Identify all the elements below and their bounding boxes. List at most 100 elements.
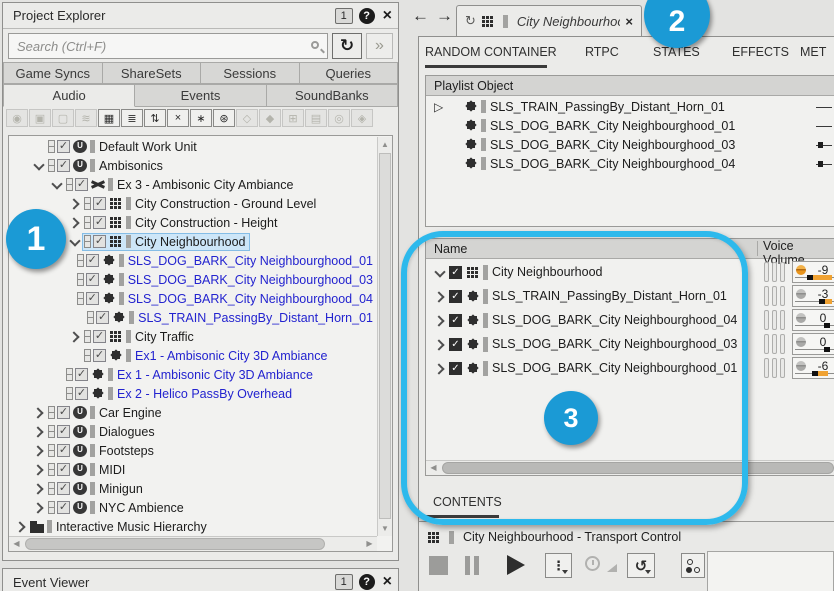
hscroll-thumb[interactable] — [442, 462, 834, 474]
include-checkbox[interactable]: ✓ — [57, 140, 70, 153]
nav-forward-icon[interactable]: → — [436, 6, 453, 26]
include-checkbox[interactable]: ✓ — [57, 444, 70, 457]
stop-icon[interactable] — [429, 556, 448, 575]
expander-icon[interactable] — [67, 234, 82, 249]
include-checkbox[interactable]: ✓ — [93, 349, 106, 362]
include-checkbox[interactable]: ✓ — [57, 463, 70, 476]
tree-row-content[interactable]: ✓ Ambisonics — [46, 157, 167, 175]
tree-row[interactable]: ✓ Ex 1 - Ambisonic City 3D Ambiance — [9, 365, 377, 384]
voice-volume-slider[interactable] — [795, 299, 834, 304]
scroll-right-icon[interactable]: ▶ — [362, 537, 377, 551]
include-checkbox[interactable]: ✓ — [57, 482, 70, 495]
tree-row-content[interactable]: ✓ Footsteps — [46, 442, 158, 460]
tree-row-content[interactable]: ✓ Ex1 - Ambisonic City 3D Ambiance — [82, 347, 331, 365]
close-tab-icon[interactable]: × — [625, 14, 633, 29]
tree-row-content[interactable]: Interactive Music Hierarchy — [28, 518, 211, 536]
tab-events[interactable]: Events — [135, 84, 266, 107]
view-tab-met[interactable]: MET — [800, 45, 826, 59]
voice-volume-field[interactable]: -3 — [792, 285, 834, 307]
contents-tab[interactable]: CONTENTS — [425, 487, 502, 517]
expander-icon[interactable] — [60, 291, 75, 306]
refresh-button[interactable]: ↻ — [332, 33, 362, 59]
display-toggle-icon[interactable] — [84, 235, 91, 248]
voice-volume-slider[interactable] — [795, 371, 834, 376]
playlist-row[interactable]: ▷ SLS_DOG_BARK_City Neighbourghood_04 — [426, 154, 834, 173]
expander-icon[interactable] — [31, 424, 46, 439]
include-checkbox[interactable]: ✓ — [86, 254, 99, 267]
include-checkbox[interactable]: ✓ — [86, 292, 99, 305]
display-toggle-icon[interactable] — [84, 216, 91, 229]
voice-volume-field[interactable]: 0 — [792, 309, 834, 331]
include-checkbox[interactable]: ✓ — [449, 314, 462, 327]
display-toggle-icon[interactable] — [77, 292, 84, 305]
help-icon[interactable]: ? — [359, 574, 375, 590]
volume-knob-icon[interactable] — [796, 289, 806, 299]
tree-row-content[interactable]: ✓ SLS_TRAIN_PassingBy_Distant_Horn_01 — [85, 309, 377, 327]
display-toggle-icon[interactable] — [48, 159, 55, 172]
volume-knob-icon[interactable] — [796, 361, 806, 371]
display-toggle-icon[interactable] — [84, 330, 91, 343]
tab-game-syncs[interactable]: Game Syncs — [3, 62, 103, 84]
include-checkbox[interactable]: ✓ — [57, 159, 70, 172]
tab-sessions[interactable]: Sessions — [201, 62, 300, 84]
tree-row[interactable]: ✓ Ex 3 - Ambisonic City Ambiance — [9, 175, 377, 194]
display-toggle-icon[interactable] — [48, 501, 55, 514]
expander-icon[interactable] — [432, 289, 447, 304]
sequence-container-toolbar-icon[interactable]: ≣ — [121, 109, 143, 127]
include-checkbox[interactable]: ✓ — [75, 178, 88, 191]
instance-badge[interactable]: 1 — [335, 8, 353, 24]
tree-row[interactable]: ✓ Ambisonics — [9, 156, 377, 175]
transport-menu-button[interactable]: ⋮ — [545, 553, 572, 578]
voice-volume-slider[interactable] — [795, 347, 834, 352]
expander-icon[interactable] — [70, 310, 85, 325]
tree-row[interactable]: ✓ MIDI — [9, 460, 377, 479]
tree-row-content[interactable]: ✓ SLS_DOG_BARK_City Neighbourghood_03 — [75, 271, 377, 289]
include-checkbox[interactable]: ✓ — [93, 235, 106, 248]
voice-volume-slider[interactable] — [795, 323, 834, 328]
volume-knob-icon[interactable] — [796, 337, 806, 347]
tree-horizontal-scrollbar[interactable]: ◀ ▶ — [9, 536, 377, 551]
include-checkbox[interactable]: ✓ — [96, 311, 109, 324]
display-toggle-icon[interactable] — [77, 254, 84, 267]
include-checkbox[interactable]: ✓ — [57, 406, 70, 419]
tree-row[interactable]: ✓ Ex1 - Ambisonic City 3D Ambiance — [9, 346, 377, 365]
tree-row-content[interactable]: ✓ City Traffic — [82, 328, 198, 346]
expander-icon[interactable] — [432, 313, 447, 328]
tree-row[interactable]: ✓ Minigun — [9, 479, 377, 498]
expander-icon[interactable] — [60, 272, 75, 287]
expander-icon[interactable] — [31, 158, 46, 173]
tree-row[interactable]: ✓ Default Work Unit — [9, 137, 377, 156]
expander-icon[interactable] — [31, 462, 46, 477]
weight-slider[interactable] — [816, 106, 832, 111]
tree-row-content[interactable]: ✓ Default Work Unit — [46, 138, 201, 156]
playlist-row[interactable]: ▷ SLS_TRAIN_PassingBy_Distant_Horn_01 — [426, 97, 834, 116]
voice-volume-slider[interactable] — [795, 275, 834, 280]
tab-queries[interactable]: Queries — [300, 62, 399, 84]
expander-icon[interactable] — [31, 481, 46, 496]
view-tab-effects[interactable]: EFFECTS — [732, 45, 789, 59]
playlist-header[interactable]: Playlist Object W — [426, 76, 834, 96]
include-checkbox[interactable]: ✓ — [93, 216, 106, 229]
hscroll-thumb[interactable] — [25, 538, 325, 550]
include-checkbox[interactable]: ✓ — [449, 338, 462, 351]
include-checkbox[interactable]: ✓ — [75, 387, 88, 400]
tree-row-content[interactable]: ✓ Ex 2 - Helico PassBy Overhead — [64, 385, 296, 403]
contents-row[interactable]: ✓ SLS_DOG_BARK_City Neighbourghood_03 0 — [426, 332, 834, 356]
expander-icon[interactable] — [31, 443, 46, 458]
include-checkbox[interactable]: ✓ — [75, 368, 88, 381]
tree-row[interactable]: ✓ Footsteps — [9, 441, 377, 460]
editor-document-tab[interactable]: ↻ City Neighbourhood × — [456, 5, 642, 36]
expander-icon[interactable] — [13, 519, 28, 534]
tree-row-content[interactable]: ✓ Minigun — [46, 480, 147, 498]
tree-row-content[interactable]: ✓ City Construction - Height — [82, 214, 281, 232]
tree-row-content[interactable]: ✓ NYC Ambience — [46, 499, 188, 517]
contents-row[interactable]: ✓ SLS_DOG_BARK_City Neighbourghood_01 -6 — [426, 356, 834, 380]
expander-icon[interactable] — [67, 215, 82, 230]
close-icon[interactable]: × — [383, 8, 392, 24]
blend-container-toolbar-icon[interactable]: × — [167, 109, 189, 127]
display-toggle-icon[interactable] — [77, 273, 84, 286]
game-syncs-mode-button[interactable] — [681, 553, 705, 578]
tree-row[interactable]: ✓ NYC Ambience — [9, 498, 377, 517]
expander-icon[interactable] — [31, 139, 46, 154]
contents-row[interactable]: ✓ SLS_TRAIN_PassingBy_Distant_Horn_01 -3 — [426, 284, 834, 308]
